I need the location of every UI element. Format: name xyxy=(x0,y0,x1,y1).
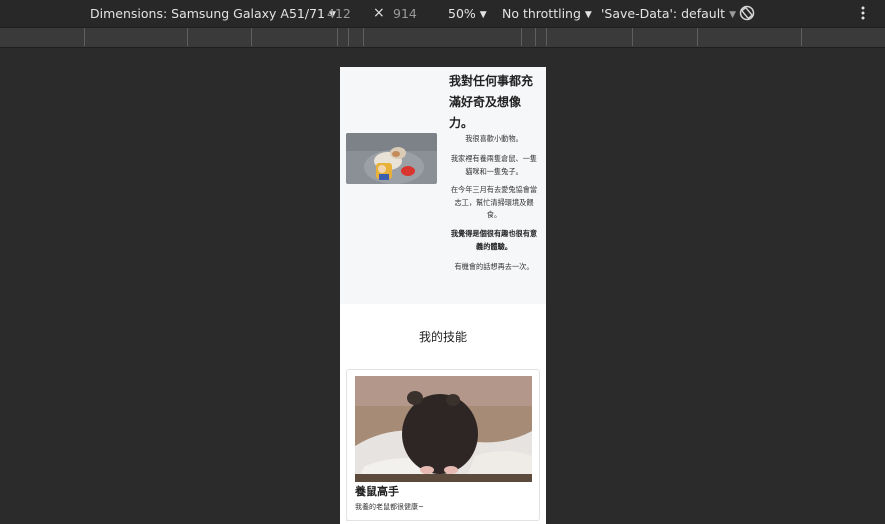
chevron-down-icon: ▼ xyxy=(584,10,592,20)
about-paragraph: 我覺得是個很有趣也很有意義的體驗。 xyxy=(450,229,538,251)
media-query-tick[interactable] xyxy=(697,28,698,46)
about-paragraph: 我很喜歡小動物。 xyxy=(465,134,523,143)
skills-title: 我的技能 xyxy=(418,330,467,344)
media-query-tick[interactable] xyxy=(84,28,85,46)
kebab-menu-icon[interactable] xyxy=(856,5,870,21)
media-query-tick[interactable] xyxy=(348,28,349,46)
chevron-down-icon: ▼ xyxy=(729,10,737,20)
throttling-label: No throttling xyxy=(502,6,581,21)
media-query-tick[interactable] xyxy=(251,28,252,46)
media-query-tick[interactable] xyxy=(801,28,802,46)
media-query-tick[interactable] xyxy=(535,28,536,46)
device-toolbar: Dimensions: Samsung Galaxy A51/71 ▼ 412 ×… xyxy=(0,0,885,27)
rotate-icon[interactable] xyxy=(738,4,756,22)
save-data-label: 'Save-Data': default xyxy=(601,6,726,21)
device-viewport[interactable]: 我對任何事都充滿好奇及想像力。 我很喜歡小動物。 我家裡有養兩隻倉鼠、一隻貓咪和… xyxy=(340,67,546,524)
times-icon: × xyxy=(373,5,385,21)
skill-card-title: 養鼠高手 xyxy=(355,485,399,498)
save-data-select[interactable]: 'Save-Data': default ▼ xyxy=(601,6,736,21)
about-paragraph: 有機會的話想再去一次。 xyxy=(454,262,534,271)
cat-photo xyxy=(346,133,437,184)
zoom-label: 50% xyxy=(448,6,476,21)
height-input[interactable]: 914 xyxy=(393,6,417,21)
about-paragraph: 我家裡有養兩隻倉鼠、一隻貓咪和一隻兔子。 xyxy=(450,154,538,176)
skill-card-text: 我養的老鼠都很健康~ xyxy=(355,503,424,511)
media-query-bar[interactable] xyxy=(0,27,885,48)
media-query-tick[interactable] xyxy=(632,28,633,46)
device-label: Dimensions: Samsung Galaxy A51/71 xyxy=(90,6,325,21)
media-query-tick[interactable] xyxy=(187,28,188,46)
about-section: 我對任何事都充滿好奇及想像力。 我很喜歡小動物。 我家裡有養兩隻倉鼠、一隻貓咪和… xyxy=(340,67,546,304)
zoom-select[interactable]: 50% ▼ xyxy=(448,6,487,21)
hamster-photo xyxy=(355,376,532,482)
media-query-tick[interactable] xyxy=(363,28,364,46)
throttling-select[interactable]: No throttling ▼ xyxy=(502,6,592,21)
width-input[interactable]: 412 xyxy=(327,6,351,21)
about-paragraph: 在今年三月有去愛兔協會當志工，幫忙清掃環境及餵食。 xyxy=(450,185,538,219)
skill-card: 養鼠高手 我養的老鼠都很健康~ xyxy=(346,369,540,521)
skill-card-next xyxy=(346,520,538,524)
device-select[interactable]: Dimensions: Samsung Galaxy A51/71 ▼ xyxy=(90,6,336,21)
media-query-tick[interactable] xyxy=(337,28,338,46)
media-query-tick[interactable] xyxy=(521,28,522,46)
about-title: 我對任何事都充滿好奇及想像力。 xyxy=(449,74,534,130)
chevron-down-icon: ▼ xyxy=(479,10,487,20)
media-query-tick[interactable] xyxy=(546,28,547,46)
